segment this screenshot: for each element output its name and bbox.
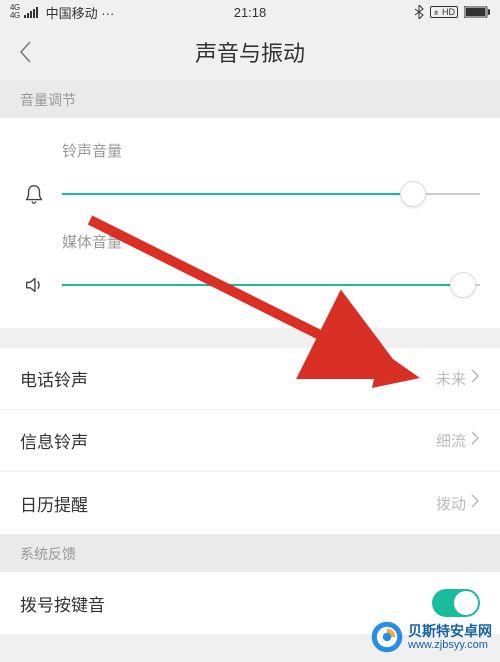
- status-right: HD: [414, 5, 490, 19]
- ringtone-volume-label: 铃声音量: [20, 140, 480, 161]
- watermark-logo-icon: [370, 620, 404, 654]
- section-header-volume: 音量调节: [0, 80, 500, 118]
- watermark-title: 贝斯特安卓网: [408, 624, 492, 638]
- carrier-label: 中国移动 ···: [46, 3, 115, 22]
- list-item-label: 电话铃声: [20, 366, 88, 391]
- toggle-knob: [454, 591, 478, 615]
- phone-ringtone-item[interactable]: 电话铃声 未来: [0, 348, 500, 410]
- status-left: 4G 4G 中国移动 ···: [10, 3, 114, 22]
- bell-icon: [20, 183, 48, 205]
- back-button[interactable]: [0, 24, 50, 80]
- clock: 21:18: [234, 5, 267, 20]
- ringtone-volume-block: 铃声音量: [20, 118, 480, 209]
- volume-sliders-group: 铃声音量 媒体音量: [0, 118, 500, 328]
- list-item-value: 细流: [436, 430, 466, 451]
- ringtone-list-group: 电话铃声 未来 信息铃声 细流 日历提醒 拨动: [0, 348, 500, 534]
- chevron-right-icon: [470, 430, 480, 451]
- list-item-label: 拨号按键音: [20, 591, 105, 616]
- list-item-label: 日历提醒: [20, 491, 88, 516]
- message-ringtone-item[interactable]: 信息铃声 细流: [0, 410, 500, 472]
- watermark: 贝斯特安卓网 www.zjbsyy.com: [370, 620, 492, 654]
- section-header-system: 系统反馈: [0, 534, 500, 572]
- calendar-reminder-item[interactable]: 日历提醒 拨动: [0, 472, 500, 534]
- chevron-right-icon: [470, 493, 480, 514]
- list-item-value: 未来: [436, 368, 466, 389]
- speaker-icon: [20, 274, 48, 296]
- dial-pad-tone-toggle[interactable]: [432, 589, 480, 617]
- list-item-label: 信息铃声: [20, 428, 88, 453]
- hd-badge: HD: [430, 6, 458, 18]
- watermark-url: www.zjbsyy.com: [408, 640, 492, 651]
- battery-icon: [464, 6, 490, 18]
- bluetooth-icon: [414, 5, 424, 19]
- slider-thumb[interactable]: [450, 272, 476, 298]
- ringtone-volume-slider[interactable]: [62, 179, 480, 209]
- chevron-left-icon: [18, 40, 32, 64]
- network-4g-tag: 4G 4G: [10, 4, 20, 20]
- status-bar: 4G 4G 中国移动 ··· 21:18 HD: [0, 0, 500, 24]
- nav-bar: 声音与振动: [0, 24, 500, 80]
- media-volume-label: 媒体音量: [20, 231, 480, 252]
- slider-thumb[interactable]: [400, 181, 426, 207]
- list-item-value: 拨动: [436, 493, 466, 514]
- signal-icon: [24, 6, 40, 18]
- chevron-right-icon: [470, 368, 480, 389]
- media-volume-block: 媒体音量: [20, 209, 480, 300]
- page-title: 声音与振动: [195, 36, 305, 68]
- media-volume-slider[interactable]: [62, 270, 480, 300]
